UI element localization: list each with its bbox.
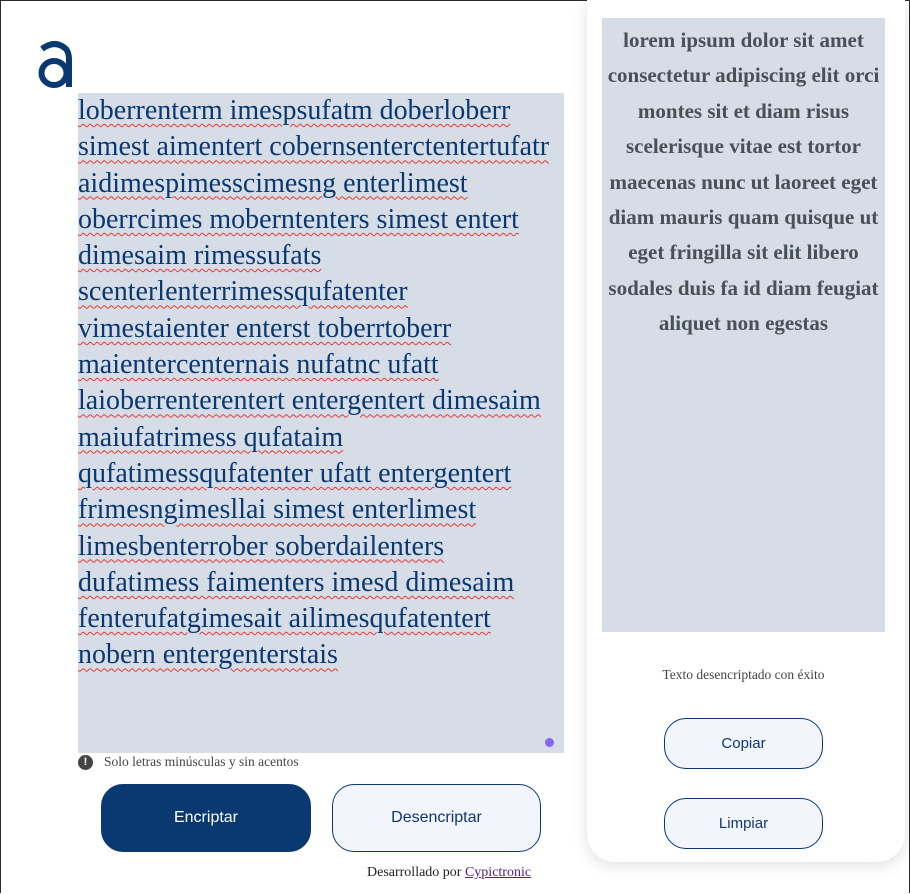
status-message: Texto desencriptado con éxito (662, 667, 825, 682)
input-hint: ! Solo letras minúsculas y sin acentos (78, 753, 299, 771)
hint-text: Solo letras minúsculas y sin acentos (104, 754, 299, 769)
exclamation-circle-icon: ! (78, 754, 93, 770)
encrypt-textarea[interactable]: loberrenterm imespsufatm doberloberr sim… (78, 93, 564, 753)
output-textarea[interactable]: lorem ipsum dolor sit amet consectetur a… (602, 18, 885, 632)
copy-button[interactable]: Copiar (664, 718, 823, 769)
encrypt-button[interactable]: Encriptar (101, 784, 311, 852)
footer-text: Desarrollado por (367, 865, 462, 880)
footer-link[interactable]: Cypictronic (465, 865, 531, 880)
decrypt-button[interactable]: Desencriptar (332, 784, 541, 852)
clear-button[interactable]: Limpiar (664, 798, 823, 849)
encrypt-textarea-value: loberrenterm imespsufatm doberloberr sim… (78, 95, 550, 671)
footer: Desarrollado por Cypictronic (367, 865, 531, 881)
resize-handle-icon[interactable] (545, 738, 554, 747)
output-text: lorem ipsum dolor sit amet consectetur a… (607, 28, 880, 336)
brand-logo (38, 41, 72, 89)
